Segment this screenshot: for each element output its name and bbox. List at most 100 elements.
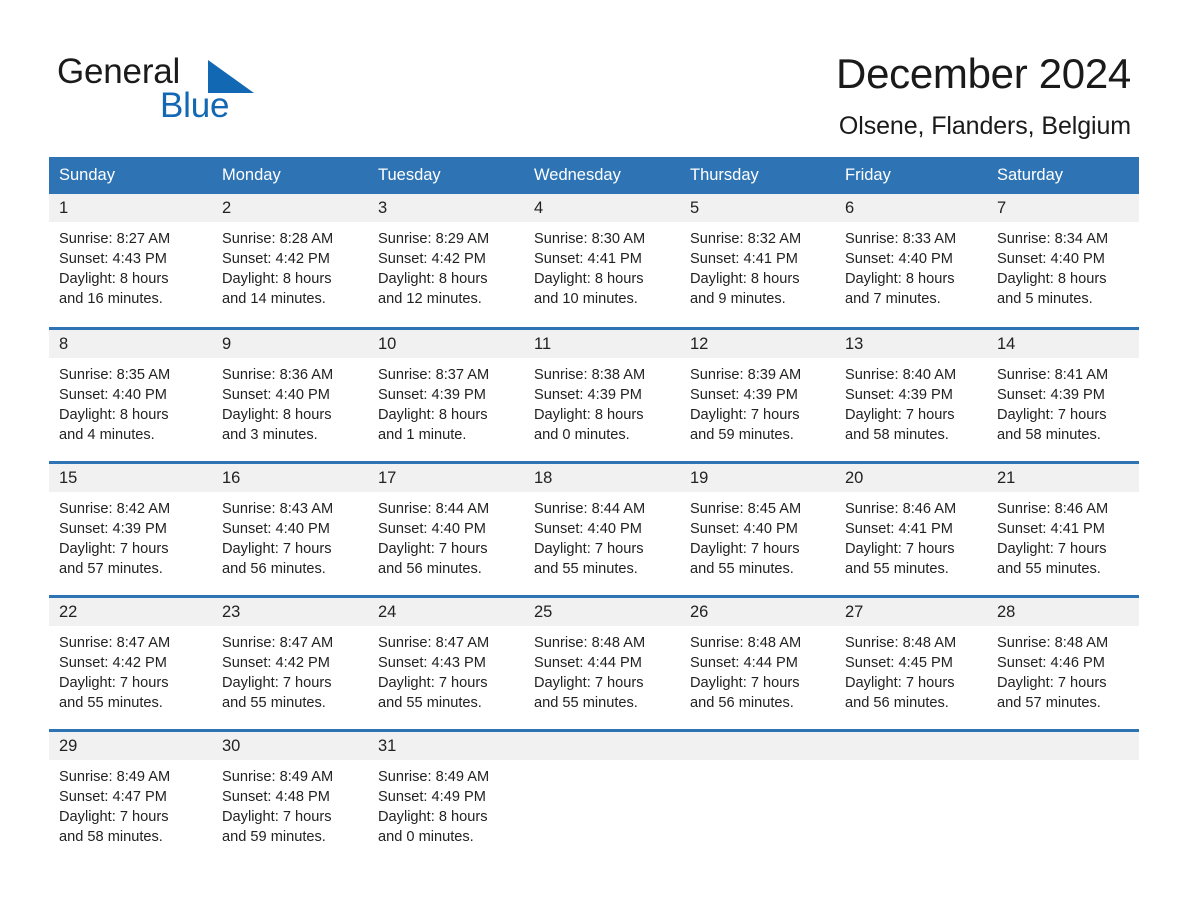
day-cell[interactable]: 25 Sunrise: 8:48 AM Sunset: 4:44 PM Dayl… bbox=[524, 594, 680, 730]
daylight-text-line2: and 55 minutes. bbox=[845, 560, 949, 577]
sunset-text: Sunset: 4:41 PM bbox=[997, 520, 1105, 537]
day-number: 11 bbox=[524, 329, 680, 358]
sunrise-text: Sunrise: 8:47 AM bbox=[59, 634, 171, 651]
title-block: December 2024 Olsene, Flanders, Belgium bbox=[431, 48, 1131, 143]
daylight-text-line2: and 58 minutes. bbox=[845, 426, 949, 443]
daylight-text-line2: and 59 minutes. bbox=[690, 426, 794, 443]
day-cell[interactable]: 7 Sunrise: 8:34 AM Sunset: 4:40 PM Dayli… bbox=[987, 194, 1139, 328]
day-cell[interactable]: 20 Sunrise: 8:46 AM Sunset: 4:41 PM Dayl… bbox=[835, 460, 987, 596]
day-cell[interactable]: 8 Sunrise: 8:35 AM Sunset: 4:40 PM Dayli… bbox=[49, 326, 212, 462]
day-cell[interactable]: 21 Sunrise: 8:46 AM Sunset: 4:41 PM Dayl… bbox=[987, 460, 1139, 596]
day-number: 5 bbox=[680, 194, 835, 222]
day-details: Sunrise: 8:36 AM Sunset: 4:40 PM Dayligh… bbox=[212, 358, 368, 445]
day-cell-empty bbox=[680, 728, 835, 864]
day-cell[interactable]: 26 Sunrise: 8:48 AM Sunset: 4:44 PM Dayl… bbox=[680, 594, 835, 730]
daylight-text-line2: and 57 minutes. bbox=[59, 560, 163, 577]
day-cell[interactable]: 24 Sunrise: 8:47 AM Sunset: 4:43 PM Dayl… bbox=[368, 594, 524, 730]
page-header: General Blue December 2024 Olsene, Fland… bbox=[0, 0, 1188, 152]
sunrise-text: Sunrise: 8:49 AM bbox=[378, 768, 490, 785]
daylight-text-line2: and 58 minutes. bbox=[997, 426, 1101, 443]
weekday-header-sunday: Sunday bbox=[49, 157, 212, 194]
daylight-text-line1: Daylight: 7 hours bbox=[690, 674, 800, 691]
sunrise-text: Sunrise: 8:32 AM bbox=[690, 231, 802, 247]
day-cell[interactable]: 10 Sunrise: 8:37 AM Sunset: 4:39 PM Dayl… bbox=[368, 326, 524, 462]
day-cell[interactable]: 22 Sunrise: 8:47 AM Sunset: 4:42 PM Dayl… bbox=[49, 594, 212, 730]
day-cell[interactable]: 1 Sunrise: 8:27 AM Sunset: 4:43 PM Dayli… bbox=[49, 194, 212, 328]
sunrise-text: Sunrise: 8:28 AM bbox=[222, 231, 334, 247]
day-cell[interactable]: 23 Sunrise: 8:47 AM Sunset: 4:42 PM Dayl… bbox=[212, 594, 368, 730]
day-cell[interactable]: 31 Sunrise: 8:49 AM Sunset: 4:49 PM Dayl… bbox=[368, 728, 524, 864]
sunset-text: Sunset: 4:40 PM bbox=[690, 520, 798, 537]
day-details: Sunrise: 8:49 AM Sunset: 4:49 PM Dayligh… bbox=[368, 760, 524, 847]
day-cell[interactable]: 17 Sunrise: 8:44 AM Sunset: 4:40 PM Dayl… bbox=[368, 460, 524, 596]
daylight-text-line1: Daylight: 8 hours bbox=[378, 406, 488, 423]
sunrise-text: Sunrise: 8:49 AM bbox=[59, 768, 171, 785]
sunrise-text: Sunrise: 8:47 AM bbox=[222, 634, 334, 651]
day-details bbox=[680, 760, 835, 767]
day-cell[interactable]: 11 Sunrise: 8:38 AM Sunset: 4:39 PM Dayl… bbox=[524, 326, 680, 462]
day-details bbox=[987, 760, 1139, 767]
daylight-text-line1: Daylight: 7 hours bbox=[222, 540, 332, 557]
day-number: 25 bbox=[524, 597, 680, 626]
day-cell[interactable]: 5 Sunrise: 8:32 AM Sunset: 4:41 PM Dayli… bbox=[680, 194, 835, 328]
day-cell[interactable]: 29 Sunrise: 8:49 AM Sunset: 4:47 PM Dayl… bbox=[49, 728, 212, 864]
sunrise-text: Sunrise: 8:38 AM bbox=[534, 366, 646, 383]
day-details: Sunrise: 8:32 AM Sunset: 4:41 PM Dayligh… bbox=[680, 222, 835, 309]
day-number: 24 bbox=[368, 597, 524, 626]
day-cell[interactable]: 12 Sunrise: 8:39 AM Sunset: 4:39 PM Dayl… bbox=[680, 326, 835, 462]
sunrise-text: Sunrise: 8:48 AM bbox=[845, 634, 957, 651]
day-number: 28 bbox=[987, 597, 1139, 626]
sunset-text: Sunset: 4:44 PM bbox=[690, 654, 798, 671]
calendar-week-row: 29 Sunrise: 8:49 AM Sunset: 4:47 PM Dayl… bbox=[49, 728, 1139, 864]
weekday-header-wednesday: Wednesday bbox=[524, 157, 680, 194]
daylight-text-line2: and 16 minutes. bbox=[59, 291, 163, 307]
sunrise-text: Sunrise: 8:36 AM bbox=[222, 366, 334, 383]
day-cell[interactable]: 28 Sunrise: 8:48 AM Sunset: 4:46 PM Dayl… bbox=[987, 594, 1139, 730]
day-cell[interactable]: 2 Sunrise: 8:28 AM Sunset: 4:42 PM Dayli… bbox=[212, 194, 368, 328]
daylight-text-line2: and 10 minutes. bbox=[534, 291, 638, 307]
daylight-text-line1: Daylight: 8 hours bbox=[59, 406, 169, 423]
daylight-text-line1: Daylight: 7 hours bbox=[378, 674, 488, 691]
daylight-text-line1: Daylight: 7 hours bbox=[997, 540, 1107, 557]
day-number bbox=[835, 731, 987, 760]
day-cell[interactable]: 13 Sunrise: 8:40 AM Sunset: 4:39 PM Dayl… bbox=[835, 326, 987, 462]
daylight-text-line1: Daylight: 7 hours bbox=[534, 674, 644, 691]
day-details: Sunrise: 8:33 AM Sunset: 4:40 PM Dayligh… bbox=[835, 222, 987, 309]
daylight-text-line2: and 58 minutes. bbox=[59, 828, 163, 845]
day-cell[interactable]: 27 Sunrise: 8:48 AM Sunset: 4:45 PM Dayl… bbox=[835, 594, 987, 730]
daylight-text-line2: and 55 minutes. bbox=[222, 694, 326, 711]
daylight-text-line1: Daylight: 7 hours bbox=[534, 540, 644, 557]
sunrise-text: Sunrise: 8:42 AM bbox=[59, 500, 171, 517]
daylight-text-line2: and 5 minutes. bbox=[997, 291, 1093, 307]
day-cell[interactable]: 16 Sunrise: 8:43 AM Sunset: 4:40 PM Dayl… bbox=[212, 460, 368, 596]
daylight-text-line1: Daylight: 7 hours bbox=[222, 674, 332, 691]
day-cell[interactable]: 18 Sunrise: 8:44 AM Sunset: 4:40 PM Dayl… bbox=[524, 460, 680, 596]
daylight-text-line1: Daylight: 8 hours bbox=[690, 271, 800, 287]
sunrise-text: Sunrise: 8:49 AM bbox=[222, 768, 334, 785]
day-cell[interactable]: 3 Sunrise: 8:29 AM Sunset: 4:42 PM Dayli… bbox=[368, 194, 524, 328]
day-cell[interactable]: 9 Sunrise: 8:36 AM Sunset: 4:40 PM Dayli… bbox=[212, 326, 368, 462]
day-cell[interactable]: 4 Sunrise: 8:30 AM Sunset: 4:41 PM Dayli… bbox=[524, 194, 680, 328]
sunset-text: Sunset: 4:40 PM bbox=[59, 386, 167, 403]
daylight-text-line2: and 4 minutes. bbox=[59, 426, 155, 443]
daylight-text-line2: and 55 minutes. bbox=[534, 560, 638, 577]
day-number: 17 bbox=[368, 463, 524, 492]
day-cell[interactable]: 19 Sunrise: 8:45 AM Sunset: 4:40 PM Dayl… bbox=[680, 460, 835, 596]
calendar-page: General Blue December 2024 Olsene, Fland… bbox=[0, 0, 1188, 918]
day-cell[interactable]: 14 Sunrise: 8:41 AM Sunset: 4:39 PM Dayl… bbox=[987, 326, 1139, 462]
day-number: 10 bbox=[368, 329, 524, 358]
daylight-text-line2: and 12 minutes. bbox=[378, 291, 482, 307]
daylight-text-line1: Daylight: 7 hours bbox=[59, 540, 169, 557]
daylight-text-line1: Daylight: 7 hours bbox=[690, 406, 800, 423]
day-number: 20 bbox=[835, 463, 987, 492]
day-cell[interactable]: 6 Sunrise: 8:33 AM Sunset: 4:40 PM Dayli… bbox=[835, 194, 987, 328]
day-details: Sunrise: 8:46 AM Sunset: 4:41 PM Dayligh… bbox=[987, 492, 1139, 579]
sunset-text: Sunset: 4:41 PM bbox=[534, 251, 642, 267]
day-details bbox=[835, 760, 987, 767]
day-details: Sunrise: 8:40 AM Sunset: 4:39 PM Dayligh… bbox=[835, 358, 987, 445]
day-cell[interactable]: 30 Sunrise: 8:49 AM Sunset: 4:48 PM Dayl… bbox=[212, 728, 368, 864]
day-cell[interactable]: 15 Sunrise: 8:42 AM Sunset: 4:39 PM Dayl… bbox=[49, 460, 212, 596]
day-details: Sunrise: 8:28 AM Sunset: 4:42 PM Dayligh… bbox=[212, 222, 368, 309]
logo-word-blue: Blue bbox=[160, 86, 230, 125]
daylight-text-line2: and 0 minutes. bbox=[534, 426, 630, 443]
